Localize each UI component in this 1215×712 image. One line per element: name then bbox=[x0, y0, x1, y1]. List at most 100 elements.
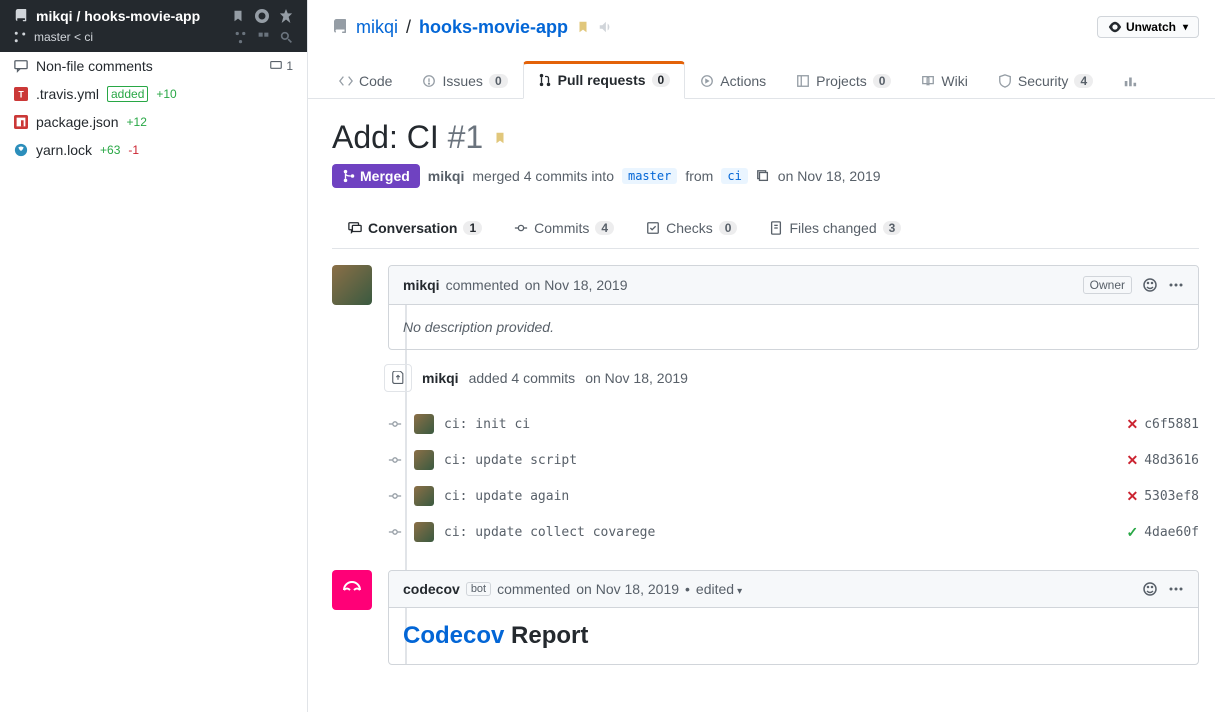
commits-author[interactable]: mikqi bbox=[422, 370, 459, 386]
sub-tab-files-changed[interactable]: Files changed 3 bbox=[753, 208, 917, 248]
status-pass-icon[interactable]: ✓ bbox=[1126, 524, 1138, 541]
codecov-icon bbox=[340, 578, 364, 602]
npm-file-icon bbox=[14, 115, 28, 129]
commit-message[interactable]: ci: update again bbox=[444, 489, 569, 504]
commits-date[interactable]: on Nov 18, 2019 bbox=[585, 370, 688, 386]
head-branch[interactable]: ci bbox=[721, 168, 747, 184]
issues-icon bbox=[422, 74, 436, 88]
sub-tab-checks[interactable]: Checks 0 bbox=[630, 208, 753, 248]
report-text: Report bbox=[511, 622, 588, 649]
bullet: • bbox=[685, 581, 690, 597]
avatar-small[interactable] bbox=[414, 450, 434, 470]
search-icon[interactable] bbox=[280, 31, 293, 44]
file-name: yarn.lock bbox=[36, 142, 92, 158]
timeline: mikqi commented on Nov 18, 2019 Owner bbox=[332, 265, 1199, 665]
bookmark-icon[interactable] bbox=[576, 20, 590, 34]
file-deletions: -1 bbox=[128, 143, 139, 157]
tab-projects[interactable]: Projects 0 bbox=[781, 61, 906, 99]
commit-hash[interactable]: 4dae60f bbox=[1144, 525, 1199, 540]
avatar-codecov[interactable] bbox=[332, 570, 372, 610]
owner-link[interactable]: mikqi bbox=[356, 17, 398, 38]
kebab-icon[interactable] bbox=[1168, 277, 1184, 293]
commit-message[interactable]: ci: update collect covarege bbox=[444, 525, 655, 540]
pin-icon[interactable] bbox=[279, 9, 293, 23]
sub-tab-commits[interactable]: Commits 4 bbox=[498, 208, 630, 248]
repo-icon bbox=[332, 19, 348, 35]
pr-title: Add: CI #1 bbox=[332, 119, 483, 156]
base-branch[interactable]: master bbox=[622, 168, 677, 184]
commits-text: added 4 commits bbox=[469, 370, 576, 386]
comment-date[interactable]: on Nov 18, 2019 bbox=[525, 277, 628, 293]
tab-wiki[interactable]: Wiki bbox=[906, 61, 982, 99]
tab-pull-requests[interactable]: Pull requests 0 bbox=[523, 61, 686, 99]
merged-badge: Merged bbox=[332, 164, 420, 188]
file-list: Non-file comments 1 T .travis.yml added … bbox=[0, 52, 307, 164]
file-item-travis[interactable]: T .travis.yml added +10 bbox=[0, 80, 307, 108]
sub-tab-conversation[interactable]: Conversation 1 bbox=[332, 208, 498, 248]
commit-row: ci: update script ✕ 48d3616 bbox=[388, 442, 1199, 478]
comment-date[interactable]: on Nov 18, 2019 bbox=[576, 581, 679, 597]
commits-icon bbox=[514, 221, 528, 235]
commit-dot-icon bbox=[388, 525, 402, 539]
repo-link[interactable]: hooks-movie-app bbox=[419, 17, 568, 38]
commit-hash[interactable]: c6f5881 bbox=[1144, 417, 1199, 432]
comment-author[interactable]: mikqi bbox=[403, 277, 440, 293]
commits-event-header: mikqi added 4 commits on Nov 18, 2019 bbox=[388, 350, 1199, 406]
avatar[interactable] bbox=[332, 265, 372, 305]
tab-code[interactable]: Code bbox=[324, 61, 407, 99]
unwatch-button[interactable]: Unwatch bbox=[1097, 16, 1199, 38]
pr-sub-tabs: Conversation 1 Commits 4 Checks 0 bbox=[332, 208, 1199, 249]
commit-message[interactable]: ci: init ci bbox=[444, 417, 530, 432]
bookmark-icon[interactable] bbox=[493, 131, 507, 145]
sidebar-branch-compare[interactable]: master < ci bbox=[14, 30, 93, 44]
kebab-icon[interactable] bbox=[1168, 581, 1184, 597]
pr-author[interactable]: mikqi bbox=[428, 168, 465, 184]
checks-icon bbox=[646, 221, 660, 235]
comment-author[interactable]: codecov bbox=[403, 581, 460, 597]
branch-icon bbox=[14, 31, 26, 43]
commit-hash[interactable]: 5303ef8 bbox=[1144, 489, 1199, 504]
file-item-package[interactable]: package.json +12 bbox=[0, 108, 307, 136]
bookmark-icon[interactable] bbox=[231, 9, 245, 23]
comment-body: Codecov Report bbox=[389, 608, 1198, 664]
commit-hash[interactable]: 48d3616 bbox=[1144, 453, 1199, 468]
avatar-small[interactable] bbox=[414, 522, 434, 542]
non-file-comments-label: Non-file comments bbox=[36, 58, 153, 74]
tab-issues[interactable]: Issues 0 bbox=[407, 61, 522, 99]
comment-bubble-icon bbox=[270, 60, 282, 72]
repo-icon bbox=[14, 9, 28, 23]
status-fail-icon[interactable]: ✕ bbox=[1126, 416, 1138, 433]
file-item-yarn[interactable]: yarn.lock +63 -1 bbox=[0, 136, 307, 164]
status-fail-icon[interactable]: ✕ bbox=[1126, 452, 1138, 469]
sound-icon[interactable] bbox=[598, 20, 612, 34]
conversation-icon bbox=[348, 221, 362, 235]
copy-icon[interactable] bbox=[756, 169, 770, 183]
non-file-comments-row[interactable]: Non-file comments 1 bbox=[0, 52, 307, 80]
tree-icon[interactable] bbox=[257, 31, 270, 44]
commit-list: ci: init ci ✕ c6f5881 ci: update script ✕… bbox=[388, 406, 1199, 550]
files-icon bbox=[769, 221, 783, 235]
avatar-small[interactable] bbox=[414, 414, 434, 434]
comment-icon bbox=[14, 59, 28, 73]
comment-action: commented bbox=[446, 277, 519, 293]
fork-icon[interactable] bbox=[234, 31, 247, 44]
sidebar: mikqi / hooks-movie-app master < ci bbox=[0, 0, 308, 712]
emoji-icon[interactable] bbox=[1142, 581, 1158, 597]
comment-action: commented bbox=[497, 581, 570, 597]
avatar-small[interactable] bbox=[414, 486, 434, 506]
emoji-icon[interactable] bbox=[1142, 277, 1158, 293]
pull-request-icon bbox=[538, 73, 552, 87]
tab-insights[interactable] bbox=[1108, 61, 1138, 99]
edited-dropdown[interactable]: edited bbox=[696, 581, 742, 597]
file-additions: +10 bbox=[156, 87, 176, 101]
tab-security[interactable]: Security 4 bbox=[983, 61, 1108, 99]
commit-dot-icon bbox=[388, 453, 402, 467]
status-fail-icon[interactable]: ✕ bbox=[1126, 488, 1138, 505]
repo-push-icon bbox=[391, 371, 405, 385]
tab-actions[interactable]: Actions bbox=[685, 61, 781, 99]
codecov-link[interactable]: Codecov bbox=[403, 622, 504, 649]
commit-message[interactable]: ci: update script bbox=[444, 453, 577, 468]
commit-row: ci: update collect covarege ✓ 4dae60f bbox=[388, 514, 1199, 550]
file-name: .travis.yml bbox=[36, 86, 99, 102]
gear-icon[interactable] bbox=[255, 9, 269, 23]
